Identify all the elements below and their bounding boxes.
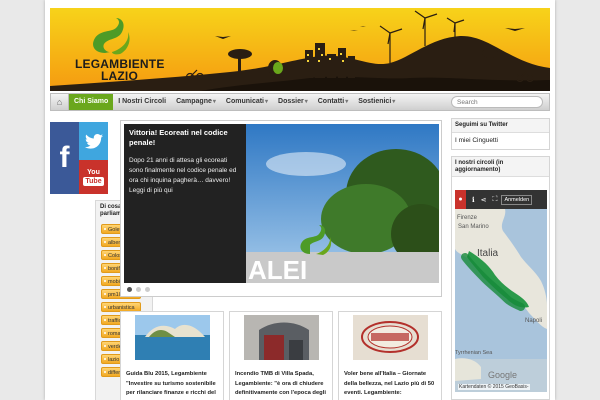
news-card-title[interactable]: Guida Blu 2015, Legambiente "Investire s… xyxy=(126,370,222,400)
nav-item-comunicati[interactable]: Comunicati▾ xyxy=(221,94,273,110)
chevron-down-icon: ▾ xyxy=(345,99,349,105)
slide-caption: Vittoria! Ecoreati nel codice penale! Do… xyxy=(124,124,246,283)
chevron-down-icon: ▾ xyxy=(392,99,396,105)
nav-label: Chi Siamo xyxy=(74,98,109,105)
nav-item-campagne[interactable]: Campagne▾ xyxy=(171,94,221,110)
map-label-napoli: Napoli xyxy=(525,318,543,324)
twitter-icon[interactable] xyxy=(79,122,108,160)
news-card-image[interactable] xyxy=(244,315,319,360)
twitter-widget-title: Seguimi su Twitter xyxy=(452,119,549,133)
map-toolbar: ● ℹ ⋖ ⛶ Anmelden xyxy=(455,190,547,209)
news-card-title[interactable]: Voler bene all'Italia – Giornate della b… xyxy=(344,370,440,400)
facebook-glyph: f xyxy=(59,141,70,174)
slider-pagination xyxy=(127,287,150,292)
twitter-bird-icon xyxy=(84,133,103,149)
news-card[interactable]: Incendio TMB di Villa Spada, Legambiente… xyxy=(229,311,333,400)
youtube-line1: You xyxy=(87,168,100,176)
nav-label: Comunicati xyxy=(225,98,265,105)
slide-title[interactable]: Vittoria! Ecoreati nel codice penale! xyxy=(129,128,241,148)
chevron-down-icon: ▾ xyxy=(304,99,308,105)
facebook-icon[interactable]: f xyxy=(50,122,79,194)
nav-item-contatti[interactable]: Contatti▾ xyxy=(313,94,353,110)
map-label-italia: Italia xyxy=(477,248,499,259)
twitter-widget: Seguimi su Twitter I miei Cinguetti xyxy=(451,118,550,150)
header-banner[interactable]: LEGAMBIENTE LAZIO xyxy=(50,8,550,91)
news-card-image[interactable] xyxy=(135,315,210,360)
twitter-link[interactable]: I miei Cinguetti xyxy=(452,133,549,148)
nav-label: Dossier xyxy=(278,98,304,105)
circles-map[interactable]: ● ℹ ⋖ ⛶ Anmelden San Marino Firenze Ital… xyxy=(455,190,547,392)
map-pin-icon[interactable]: ● xyxy=(455,190,466,209)
slide-image[interactable]: ALEI xyxy=(246,124,439,283)
circles-map-title: I nostri circoli (in aggiornamento) xyxy=(452,157,549,177)
share-icon[interactable]: ⋖ xyxy=(481,196,487,204)
slide-photo: ALEI xyxy=(246,124,439,283)
chevron-down-icon: ▾ xyxy=(212,99,216,105)
youtube-icon[interactable]: You Tube xyxy=(79,160,108,194)
news-card[interactable]: Voler bene all'Italia – Giornate della b… xyxy=(338,311,442,400)
plant-photo xyxy=(244,315,319,360)
map-login-button[interactable]: Anmelden xyxy=(501,194,533,205)
map-label-sea: Tyrrhenian Sea xyxy=(455,350,493,356)
main-navigation: ⌂ Chi Siamo I Nostri Circoli Campagne▾ C… xyxy=(50,93,550,111)
map-label-sanmarino: San Marino xyxy=(458,224,489,230)
slider-dot[interactable] xyxy=(136,287,141,292)
news-card[interactable]: Guida Blu 2015, Legambiente "Investire s… xyxy=(120,311,224,400)
slide-image-text: ALEI xyxy=(248,255,307,283)
nav-item-sostienici[interactable]: Sostienici▾ xyxy=(353,94,400,110)
featured-slider[interactable]: Vittoria! Ecoreati nel codice penale! Do… xyxy=(120,120,442,297)
circles-map-widget: I nostri circoli (in aggiornamento) ● ℹ … xyxy=(451,156,550,400)
nav-item-dossier[interactable]: Dossier▾ xyxy=(273,94,313,110)
social-links: f You Tube xyxy=(50,122,108,194)
slider-dot[interactable] xyxy=(127,287,132,292)
home-icon[interactable]: ⌂ xyxy=(51,94,69,110)
logo-text: LEGAMBIENTE LAZIO xyxy=(75,58,165,82)
nav-label: Contatti xyxy=(317,98,345,105)
nav-label: Sostienici xyxy=(358,98,392,105)
search-input[interactable] xyxy=(451,96,543,108)
nav-item-chi-siamo[interactable]: Chi Siamo xyxy=(69,94,114,110)
page: LEGAMBIENTE LAZIO ⌂ Chi Siamo I Nostri C… xyxy=(45,0,555,400)
info-icon[interactable]: ℹ xyxy=(472,196,475,204)
map-label-firenze: Firenze xyxy=(457,215,478,221)
news-card-image[interactable] xyxy=(353,315,428,360)
coast-photo xyxy=(135,315,210,360)
slider-dot[interactable] xyxy=(145,287,150,292)
nav-label: I Nostri Circoli xyxy=(118,98,167,105)
news-card-title[interactable]: Incendio TMB di Villa Spada, Legambiente… xyxy=(235,370,331,400)
stamp-photo xyxy=(353,315,428,360)
nav-item-i-nostri-circoli[interactable]: I Nostri Circoli xyxy=(113,94,171,110)
italy-map xyxy=(455,209,547,392)
logo-line2: LAZIO xyxy=(101,69,138,83)
map-attribution: Kartendaten © 2015 GeoBasis- xyxy=(458,384,530,390)
google-logo: Google xyxy=(488,370,518,380)
slide-text: Dopo 21 anni di attesa gli ecoreati sono… xyxy=(129,157,237,194)
youtube-line2: Tube xyxy=(83,176,104,186)
nav-label: Campagne xyxy=(176,98,212,105)
fullscreen-icon[interactable]: ⛶ xyxy=(493,196,498,204)
chevron-down-icon: ▾ xyxy=(265,99,269,105)
